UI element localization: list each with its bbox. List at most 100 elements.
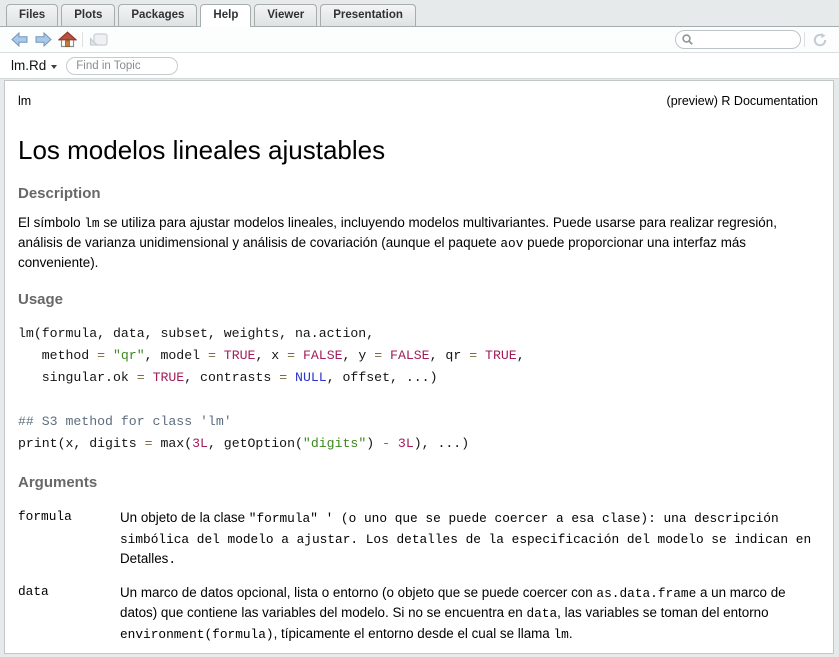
inline-kw: TRUE xyxy=(485,348,517,363)
inline-text xyxy=(382,348,390,363)
toolbar-separator xyxy=(82,32,83,47)
code-line: ## S3 method for class 'lm' xyxy=(18,411,818,433)
doc-meta-row: lm (preview) R Documentation xyxy=(18,94,818,108)
show-in-new-window-button[interactable] xyxy=(86,30,110,50)
back-arrow-icon xyxy=(11,32,28,47)
pane-tab-bar: Files Plots Packages Help Viewer Present… xyxy=(0,0,839,26)
description-heading: Description xyxy=(18,185,818,202)
inline-mono: aov xyxy=(500,236,523,251)
refresh-icon xyxy=(812,32,828,48)
argument-description: Un marco de datos opcional, lista o ento… xyxy=(120,583,818,645)
inline-mono: lm xyxy=(84,216,99,231)
inline-kw: TRUE xyxy=(224,348,256,363)
inline-text xyxy=(295,348,303,363)
topic-dropdown[interactable]: lm.Rd xyxy=(11,58,57,73)
inline-text: , getOption( xyxy=(208,436,303,451)
back-button[interactable] xyxy=(7,30,31,50)
usage-code-block: lm(formula, data, subset, weights, na.ac… xyxy=(18,323,818,455)
description-paragraph: El símbolo lm se utiliza para ajustar mo… xyxy=(18,213,818,272)
inline-kw: FALSE xyxy=(390,348,430,363)
inline-text: singular.ok xyxy=(18,370,137,385)
argument-description: Un objeto de la clase "formula" ' (o uno… xyxy=(120,508,818,570)
usage-heading: Usage xyxy=(18,291,818,308)
inline-mono: as.data.frame xyxy=(596,586,696,601)
inline-nul: NULL xyxy=(295,370,327,385)
inline-op: = xyxy=(97,348,105,363)
inline-text: , offset, ...) xyxy=(327,370,438,385)
argument-term: formula xyxy=(18,508,120,570)
inline-com: ## S3 method for class 'lm' xyxy=(18,414,232,429)
code-line: print(x, digits = max(3L, getOption("dig… xyxy=(18,433,818,455)
inline-text: , x xyxy=(255,348,287,363)
inline-text: , típicamente el entorno desde el cual s… xyxy=(274,626,554,641)
inline-op: = xyxy=(374,348,382,363)
home-button[interactable] xyxy=(55,30,79,50)
tab-files[interactable]: Files xyxy=(6,4,58,26)
inline-text: , las variables se toman del entorno xyxy=(557,605,768,620)
help-document: lm (preview) R Documentation Los modelos… xyxy=(4,80,834,654)
argument-term: data xyxy=(18,583,120,645)
inline-text: , contrasts xyxy=(184,370,279,385)
find-in-topic-input[interactable] xyxy=(66,57,178,75)
inline-text: , qr xyxy=(430,348,470,363)
help-search-box xyxy=(675,30,801,49)
inline-mono: environment(formula) xyxy=(120,627,274,642)
inline-text: method xyxy=(18,348,97,363)
inline-text xyxy=(216,348,224,363)
find-in-topic-box xyxy=(66,56,178,75)
inline-str: "digits" xyxy=(303,436,366,451)
inline-text: Un marco de datos opcional, lista o ento… xyxy=(120,585,596,600)
code-line: method = "qr", model = TRUE, x = FALSE, … xyxy=(18,345,818,367)
page-title: Los modelos lineales ajustables xyxy=(18,135,818,166)
doc-source-label: (preview) R Documentation xyxy=(667,94,818,108)
inline-text: Detalles xyxy=(120,551,168,566)
inline-text: ), ...) xyxy=(414,436,469,451)
toolbar-separator-right xyxy=(804,32,805,47)
topic-name: lm.Rd xyxy=(11,58,46,73)
inline-mono: data xyxy=(526,606,557,621)
search-icon xyxy=(682,34,693,45)
tab-presentation[interactable]: Presentation xyxy=(320,4,416,26)
inline-text: , y xyxy=(343,348,375,363)
help-toolbar xyxy=(0,26,839,53)
inline-text xyxy=(105,348,113,363)
forward-arrow-icon xyxy=(35,32,52,47)
inline-op: = xyxy=(145,436,153,451)
arguments-heading: Arguments xyxy=(18,474,818,491)
help-search-input[interactable] xyxy=(697,33,794,47)
inline-kw: TRUE xyxy=(153,370,185,385)
inline-text: , xyxy=(517,348,525,363)
inline-kw: FALSE xyxy=(303,348,343,363)
inline-text: . xyxy=(569,626,573,641)
forward-button[interactable] xyxy=(31,30,55,50)
code-line: lm(formula, data, subset, weights, na.ac… xyxy=(18,323,818,345)
inline-text: max( xyxy=(153,436,193,451)
inline-text: , model xyxy=(145,348,208,363)
inline-text: Un objeto de la clase xyxy=(120,510,249,525)
tab-help[interactable]: Help xyxy=(200,4,251,27)
inline-text: ) xyxy=(366,436,382,451)
inline-text xyxy=(287,370,295,385)
code-line xyxy=(18,389,818,411)
help-pane: Files Plots Packages Help Viewer Present… xyxy=(0,0,839,657)
home-icon xyxy=(58,31,77,48)
inline-op: = xyxy=(137,370,145,385)
tab-packages[interactable]: Packages xyxy=(118,4,197,26)
tab-plots[interactable]: Plots xyxy=(61,4,115,26)
inline-op: = xyxy=(208,348,216,363)
inline-text: El símbolo xyxy=(18,215,84,230)
inline-kw: 3L xyxy=(192,436,208,451)
inline-str: "qr" xyxy=(113,348,145,363)
inline-text xyxy=(145,370,153,385)
inline-text: print(x, digits xyxy=(18,436,145,451)
tab-viewer[interactable]: Viewer xyxy=(254,4,317,26)
arguments-table: formulaUn objeto de la clase "formula" '… xyxy=(18,508,818,654)
inline-op: = xyxy=(469,348,477,363)
inline-op: = xyxy=(287,348,295,363)
inline-mono: . xyxy=(168,552,176,567)
code-line: singular.ok = TRUE, contrasts = NULL, of… xyxy=(18,367,818,389)
refresh-button[interactable] xyxy=(808,30,832,50)
inline-kw: 3L xyxy=(398,436,414,451)
doc-topic-id: lm xyxy=(18,94,31,108)
popout-window-icon xyxy=(89,32,108,47)
